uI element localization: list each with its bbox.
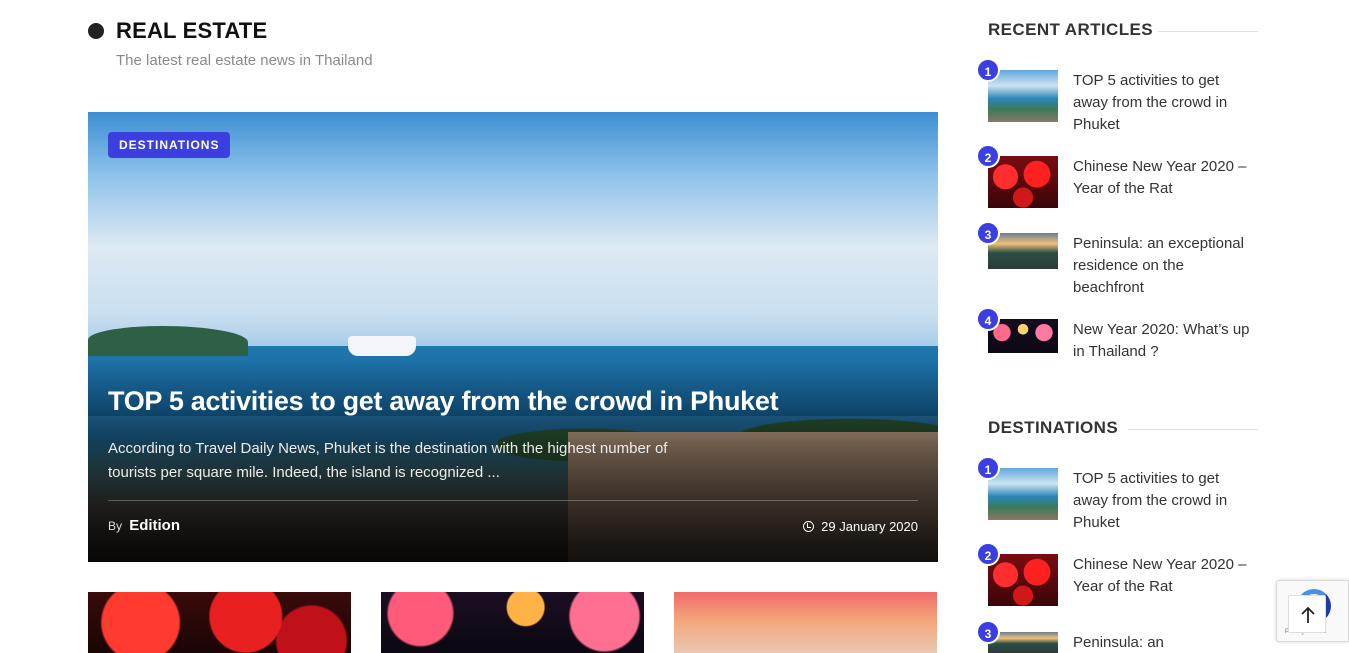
article-card-sunset[interactable] bbox=[674, 592, 937, 653]
post-title[interactable]: Peninsula: an exceptional residence on t… bbox=[1073, 233, 1258, 299]
post-thumbnail[interactable] bbox=[988, 156, 1058, 208]
post-title[interactable]: Chinese New Year 2020 – Year of the Rat bbox=[1073, 156, 1258, 200]
featured-excerpt: According to Travel Daily News, Phuket i… bbox=[108, 440, 668, 481]
post-rank-badge: 4 bbox=[976, 307, 1000, 331]
post-thumbnail[interactable] bbox=[988, 554, 1058, 606]
featured-divider bbox=[108, 500, 918, 501]
clock-icon bbox=[802, 521, 814, 532]
category-badge[interactable]: DESTINATIONS bbox=[108, 132, 231, 158]
recent-articles-title: RECENT ARTICLES bbox=[988, 20, 1153, 39]
author-link[interactable]: Edition bbox=[129, 517, 180, 534]
post-title[interactable]: New Year 2020: What’s up in Thailand ? bbox=[1073, 319, 1258, 363]
featured-date-text: 29 January 2020 bbox=[821, 519, 918, 534]
section-subtitle: The latest real estate news in Thailand bbox=[116, 52, 373, 69]
heading-rule bbox=[1158, 31, 1258, 32]
post-thumbnail[interactable] bbox=[988, 70, 1058, 122]
post-title[interactable]: Peninsula: an bbox=[1073, 632, 1258, 653]
author-by-label: By bbox=[108, 519, 123, 533]
post-title[interactable]: TOP 5 activities to get away from the cr… bbox=[1073, 468, 1258, 534]
post-thumbnail[interactable] bbox=[988, 468, 1058, 520]
arrow-up-icon bbox=[1301, 606, 1315, 623]
featured-title[interactable]: TOP 5 activities to get away from the cr… bbox=[108, 386, 928, 417]
section-dot-icon bbox=[88, 23, 104, 39]
heading-rule bbox=[1128, 429, 1258, 430]
post-rank-badge: 3 bbox=[976, 221, 1000, 245]
post-rank-badge: 1 bbox=[976, 58, 1000, 82]
post-rank-badge: 2 bbox=[976, 144, 1000, 168]
destinations-heading: DESTINATIONS bbox=[988, 418, 1258, 438]
post-rank-badge: 1 bbox=[976, 456, 1000, 480]
post-rank-badge: 2 bbox=[976, 542, 1000, 566]
hero-image-overlay bbox=[88, 112, 938, 562]
destinations-title: DESTINATIONS bbox=[988, 418, 1119, 437]
scroll-to-top-button[interactable] bbox=[1288, 595, 1326, 633]
post-rank-badge: 3 bbox=[976, 620, 1000, 644]
featured-date: 29 January 2020 bbox=[802, 519, 918, 534]
featured-author: By Edition bbox=[108, 517, 180, 534]
section-title: REAL ESTATE bbox=[116, 18, 268, 43]
article-card-lanterns[interactable] bbox=[88, 592, 351, 653]
post-title[interactable]: Chinese New Year 2020 – Year of the Rat bbox=[1073, 554, 1258, 598]
article-card-fireworks[interactable] bbox=[381, 592, 644, 653]
featured-article[interactable]: DESTINATIONS TOP 5 activities to get awa… bbox=[88, 112, 938, 562]
recent-articles-heading: RECENT ARTICLES bbox=[988, 20, 1258, 40]
post-title[interactable]: TOP 5 activities to get away from the cr… bbox=[1073, 70, 1258, 136]
